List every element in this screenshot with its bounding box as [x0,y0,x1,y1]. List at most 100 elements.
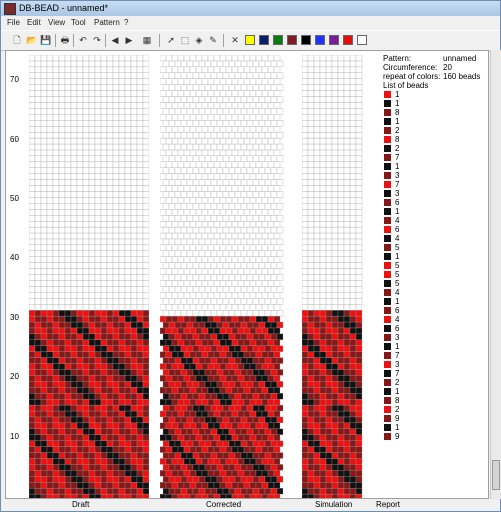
empty-cell [142,60,149,68]
empty-cell [58,102,66,109]
eyedropper-icon[interactable]: ✎ [207,34,219,46]
bead-cell [171,327,179,335]
empty-cell [124,209,132,216]
bead-cell [100,387,108,394]
bead-cell [52,458,60,465]
bead-cell [302,458,309,465]
empty-cell [46,120,54,127]
empty-cell [174,131,182,139]
scrollbar-thumb[interactable] [492,460,500,490]
color-swatch[interactable] [245,35,255,45]
bead-cell [29,434,36,441]
empty-cell [142,143,149,151]
bead-cell [331,351,339,358]
menu-edit[interactable]: Edit [27,18,41,27]
empty-cell [40,131,48,139]
open-folder-icon[interactable]: 📂 [26,34,38,46]
empty-cell [112,244,120,251]
empty-cell [240,309,248,317]
bead-cell [177,470,185,477]
empty-cell [313,55,321,62]
bead-cell [70,404,78,412]
vertical-scrollbar[interactable] [490,50,501,499]
empty-cell [180,274,188,281]
color-swatch[interactable] [259,35,269,45]
arrow-right-icon[interactable]: ▶ [123,34,135,46]
draft-grid[interactable] [29,55,149,499]
select-rect-icon[interactable]: ⬚ [179,34,191,46]
color-swatch[interactable] [273,35,283,45]
preview-icon[interactable]: ▦ [141,34,153,46]
empty-cell [52,215,60,222]
menu-view[interactable]: View [48,18,65,27]
empty-cell [255,161,263,168]
bead-cell [231,351,239,358]
fill-icon[interactable]: ◈ [193,34,205,46]
empty-cell [58,220,66,228]
empty-cell [29,215,36,222]
delete-color-icon[interactable]: ✕ [229,34,241,46]
empty-cell [307,220,315,228]
bead-cell [313,357,321,364]
pointer-icon[interactable]: ➚ [165,34,177,46]
menu-file[interactable]: File [7,18,20,27]
empty-cell [124,155,132,162]
empty-cell [82,55,90,62]
empty-cell [88,149,96,157]
bead-count: 5 [395,279,400,288]
bead-count: 3 [395,333,400,342]
corrected-grid[interactable] [160,55,287,499]
bead-cell [174,321,182,329]
empty-cell [219,137,227,145]
empty-cell [222,131,230,139]
print-icon[interactable]: 🖶 [59,34,71,46]
empty-cell [58,185,66,192]
color-swatch[interactable] [315,35,325,45]
menu-help[interactable]: ? [124,18,128,27]
bead-cell [319,440,327,447]
bead-cell [204,333,212,340]
bead-cell [252,321,260,329]
empty-cell [112,280,120,287]
empty-cell [349,304,357,311]
color-swatch[interactable] [357,35,367,45]
arrow-left-icon[interactable]: ◀ [109,34,121,46]
empty-cell [207,232,215,240]
title-bar[interactable]: DB-BEAD - unnamed* [1,1,500,16]
bead-cell [276,369,284,376]
empty-cell [82,179,90,186]
bead-cell [142,398,149,406]
bead-cell [118,321,126,329]
circumference-value: 20 [443,63,452,72]
new-file-icon[interactable]: 🗋 [11,34,23,46]
empty-cell [70,179,78,186]
color-swatch[interactable] [287,35,297,45]
pattern-workspace[interactable]: 70 60 50 40 30 20 10 Pattern: unnamed Circumfe… [5,50,489,499]
empty-cell [331,179,339,186]
bead-cell [349,452,357,459]
undo-icon[interactable]: ↶ [77,34,89,46]
simulation-grid[interactable] [302,55,364,499]
empty-cell [106,262,114,269]
bead-cell [112,416,120,424]
empty-cell [88,274,96,281]
menu-tool[interactable]: Tool [71,18,86,27]
bead-cell [76,434,84,441]
bead-cell [165,482,173,489]
bead-cell [64,476,72,483]
bead-cell [100,440,108,447]
color-swatch[interactable] [329,35,339,45]
menu-pattern[interactable]: Pattern [94,18,120,27]
bead-cell [264,321,272,329]
redo-icon[interactable]: ↷ [91,34,103,46]
empty-cell [76,126,84,133]
empty-cell [234,215,242,222]
color-swatch[interactable] [343,35,353,45]
save-icon[interactable]: 💾 [40,34,52,46]
color-swatch[interactable] [301,35,311,45]
empty-cell [325,108,333,115]
bead-cell [46,487,54,495]
empty-cell [100,209,108,216]
empty-cell [276,72,284,79]
bead-cell [204,345,212,352]
